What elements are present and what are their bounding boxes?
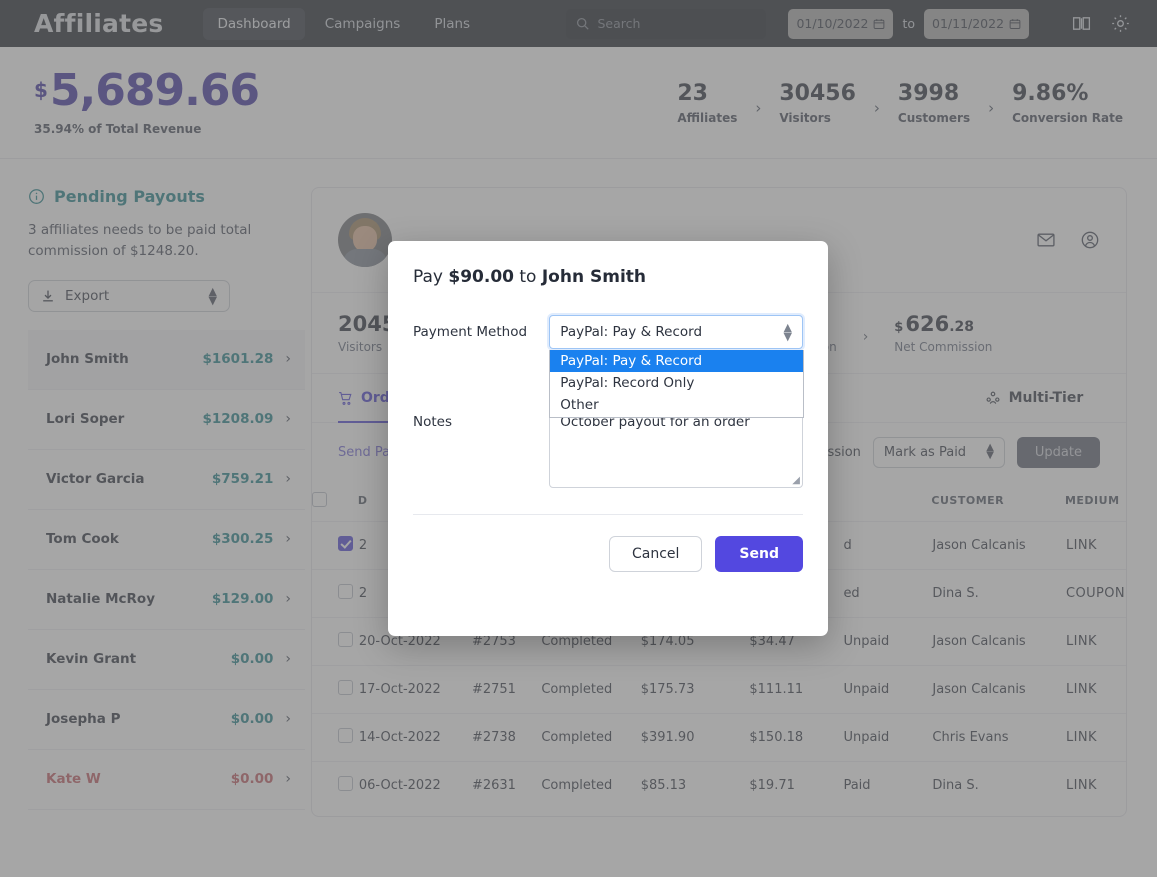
payment-method-row: Payment Method PayPal: Pay & Record ▲ ▼ P…	[413, 315, 805, 418]
chevron-updown-icon: ▲▼	[783, 320, 792, 343]
payment-method-value: PayPal: Pay & Record	[560, 324, 703, 340]
payment-method-select[interactable]: PayPal: Pay & Record ▲ ▼	[549, 315, 803, 349]
option-other[interactable]: Other	[550, 394, 803, 416]
modal-title: Pay $90.00 to John Smith	[413, 241, 803, 287]
modal-title-name: John Smith	[541, 267, 647, 287]
option-paypal-pay-and-record[interactable]: PayPal: Pay & Record	[550, 350, 804, 373]
modal-title-middle: to	[513, 267, 542, 287]
notes-label: Notes	[413, 414, 452, 430]
modal-title-prefix: Pay	[413, 267, 449, 287]
payment-method-options: PayPal: Pay & Record PayPal: Record Only…	[549, 350, 805, 418]
resize-grip-icon[interactable]: ◢	[792, 475, 800, 486]
modal-actions: Cancel Send	[413, 536, 803, 572]
send-button[interactable]: Send	[715, 536, 803, 572]
modal-title-amount: $90.00	[448, 267, 514, 287]
payment-method-label: Payment Method	[413, 324, 528, 340]
cancel-button[interactable]: Cancel	[608, 536, 703, 572]
payment-method-select-wrap: PayPal: Pay & Record ▲ ▼ PayPal: Pay & Re…	[549, 315, 805, 418]
pay-affiliate-modal: Pay $90.00 to John Smith Payment Method …	[388, 241, 828, 636]
modal-divider	[413, 514, 803, 515]
option-paypal-record-only[interactable]: PayPal: Record Only	[550, 372, 803, 394]
